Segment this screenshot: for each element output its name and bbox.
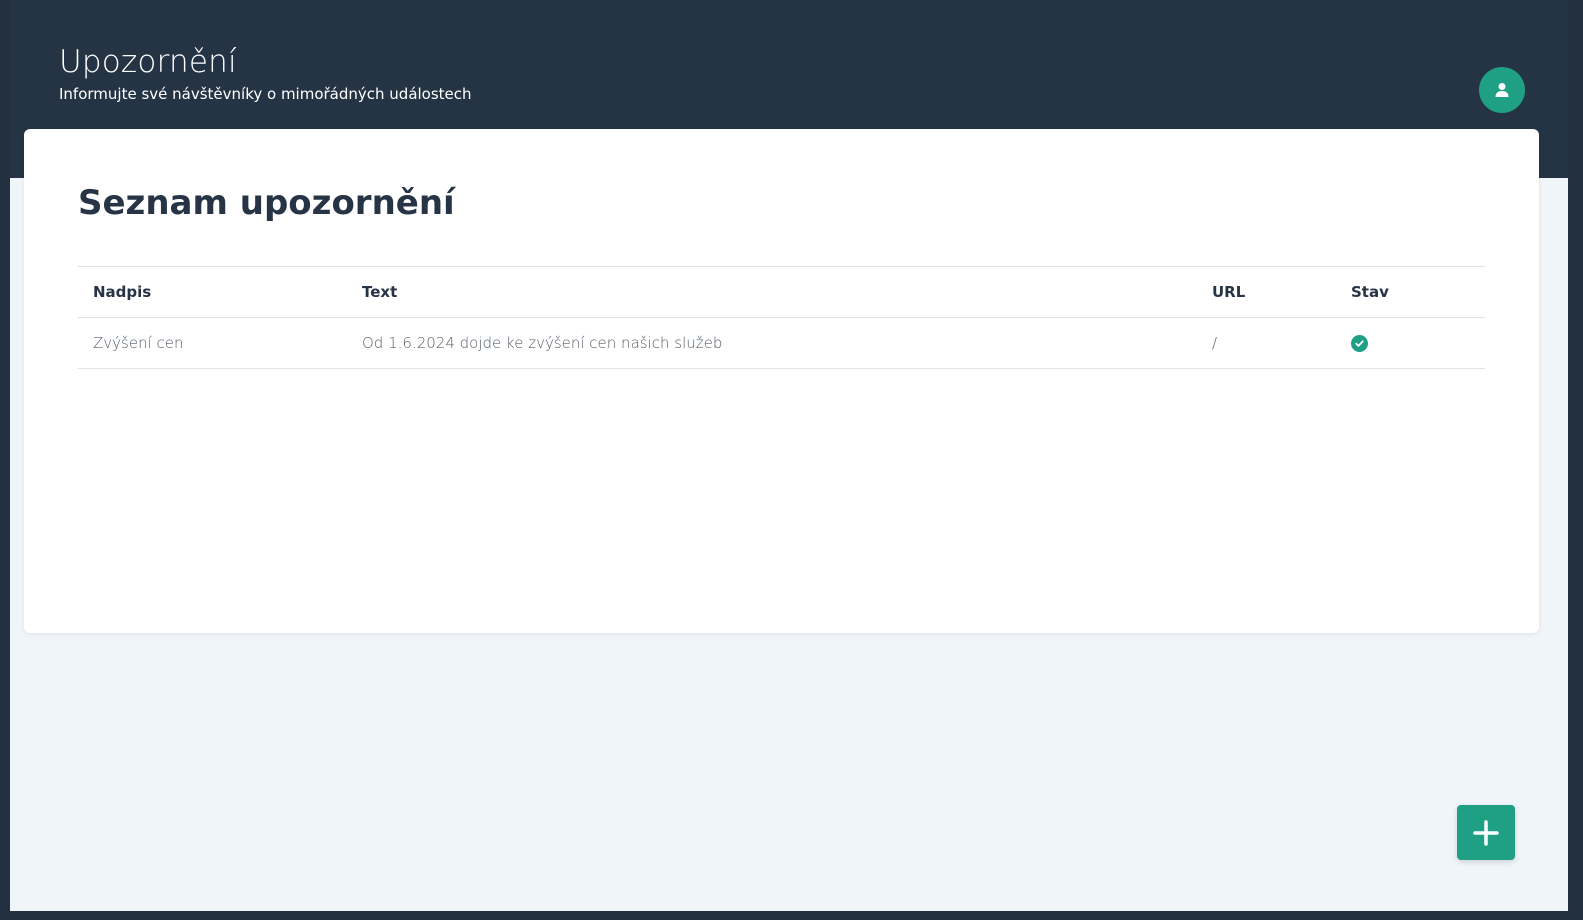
alerts-table: Nadpis Text URL Stav Zvýšení cen Od 1.6.… — [78, 266, 1485, 369]
column-header-text[interactable]: Text — [347, 266, 1197, 318]
user-icon — [1495, 83, 1509, 97]
cell-text: Od 1.6.2024 dojde ke zvýšení cen našich … — [347, 317, 1197, 369]
card-title: Seznam upozornění — [78, 183, 455, 223]
cell-url: / — [1197, 317, 1336, 369]
app-viewport: Upozornění Informujte své návštěvníky o … — [10, 0, 1568, 911]
table-row[interactable]: Zvýšení cen Od 1.6.2024 dojde ke zvýšení… — [78, 317, 1485, 369]
cell-status — [1336, 317, 1485, 369]
plus-icon — [1473, 819, 1499, 846]
page-title: Upozornění — [59, 44, 237, 80]
column-header-title[interactable]: Nadpis — [78, 266, 347, 318]
column-header-url[interactable]: URL — [1197, 266, 1336, 318]
page-subtitle: Informujte své návštěvníky o mimořádných… — [59, 85, 472, 103]
column-header-status[interactable]: Stav — [1336, 266, 1485, 318]
user-avatar-button[interactable] — [1479, 67, 1525, 113]
table-header-row: Nadpis Text URL Stav — [78, 266, 1485, 318]
alerts-card: Seznam upozornění Nadpis Text URL Stav Z… — [24, 129, 1539, 633]
check-circle-icon — [1351, 335, 1368, 352]
cell-title: Zvýšení cen — [78, 317, 347, 369]
add-alert-button[interactable] — [1457, 805, 1515, 860]
